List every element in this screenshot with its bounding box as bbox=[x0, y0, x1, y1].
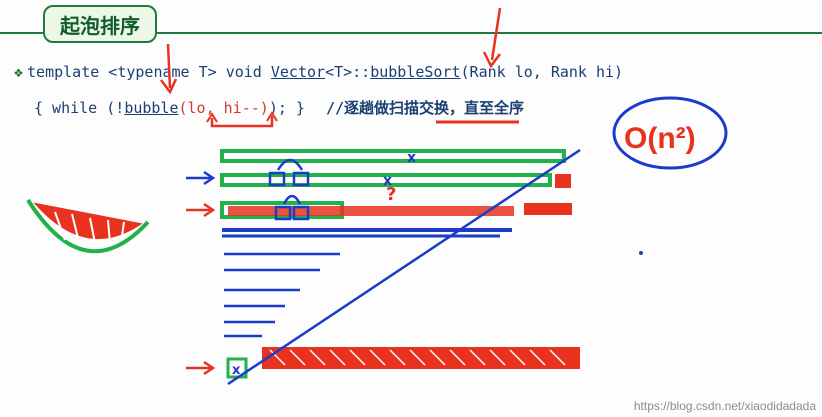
arrow-to-bubble-icon bbox=[166, 43, 172, 89]
hand-drawn-annotations: O(n²) x x x ? bbox=[26, 7, 728, 386]
complexity-text: O(n²) bbox=[624, 122, 696, 155]
red-block-top bbox=[555, 174, 571, 188]
green-bar-1 bbox=[220, 149, 566, 163]
red-block-right bbox=[524, 203, 572, 215]
red-bar-row3 bbox=[228, 206, 514, 216]
watermark: https://blog.csdn.net/xiaodidadada bbox=[633, 399, 816, 413]
arrow-to-bubblesort-icon bbox=[490, 7, 502, 61]
slide: 起泡排序 ❖ template <typename T> void Vector<… bbox=[0, 0, 822, 417]
question-mark: ? bbox=[386, 184, 396, 205]
svg-text:x: x bbox=[407, 150, 416, 166]
